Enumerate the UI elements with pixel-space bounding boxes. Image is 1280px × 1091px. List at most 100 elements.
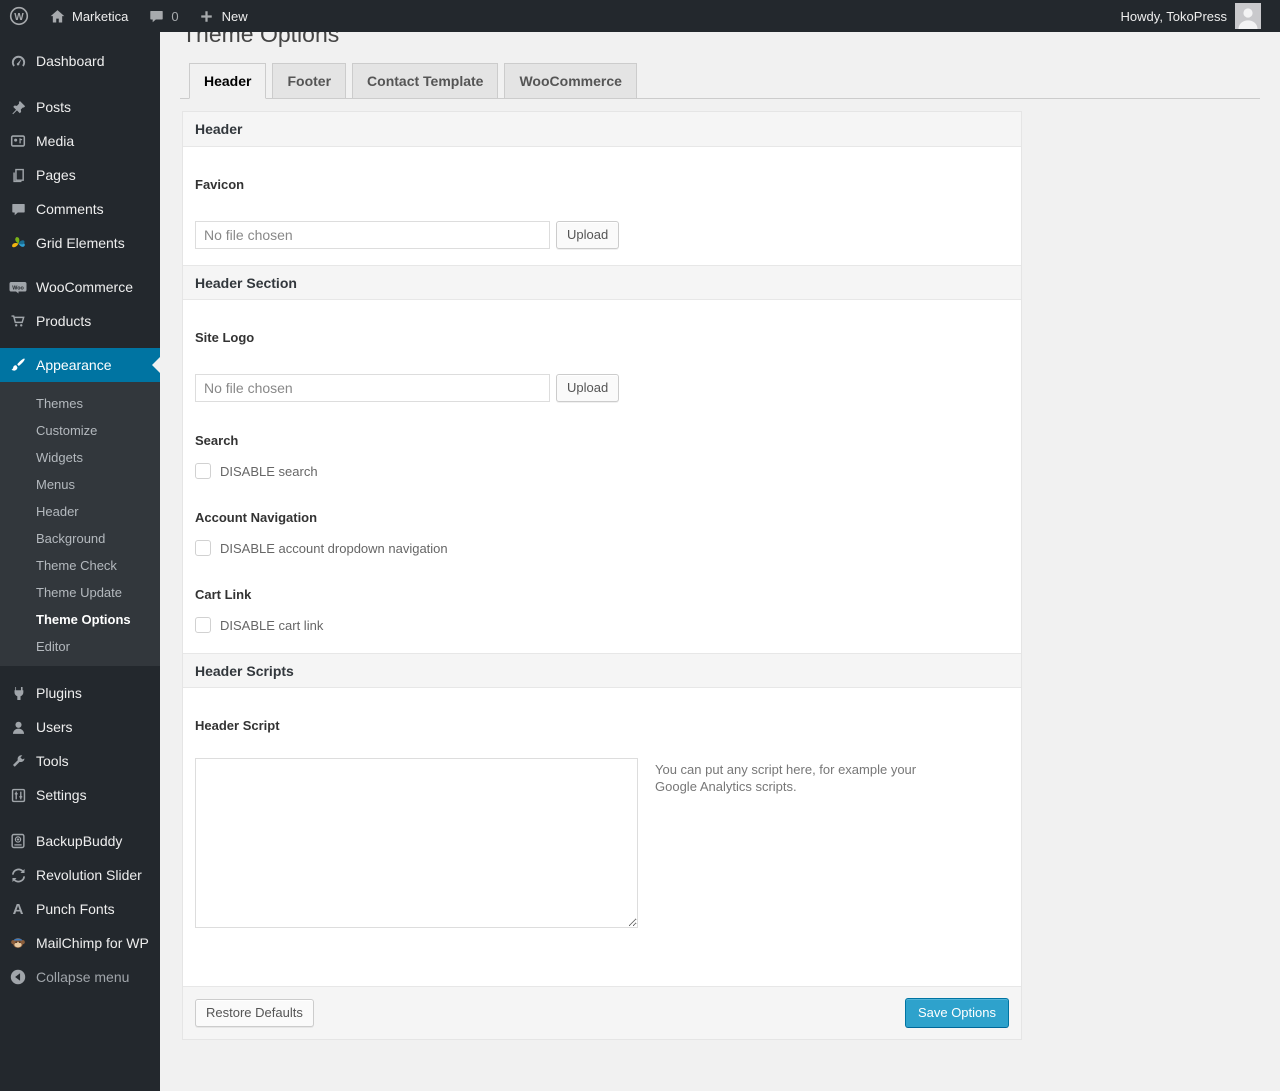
- sidebar-label: Appearance: [36, 357, 112, 373]
- menu-separator: [0, 78, 160, 90]
- sidebar-item-collapse-menu[interactable]: Collapse menu: [0, 960, 160, 994]
- svg-text:Woo: Woo: [12, 285, 24, 291]
- tab-header[interactable]: Header: [189, 63, 267, 99]
- tab-footer[interactable]: Footer: [272, 63, 347, 98]
- sidebar-item-revolution-slider[interactable]: Revolution Slider: [0, 858, 160, 892]
- tab-bar: Header Footer Contact Template WooCommerce: [180, 63, 1260, 99]
- submenu-item-background[interactable]: Background: [0, 525, 160, 552]
- submenu-item-customize[interactable]: Customize: [0, 417, 160, 444]
- sidebar-label: Grid Elements: [36, 235, 125, 251]
- submenu-item-header[interactable]: Header: [0, 498, 160, 525]
- page-wrap: W Marketica 0 New Howdy, TokoPress Dashb…: [0, 0, 1280, 1091]
- letter-a-icon: A: [12, 900, 24, 918]
- avatar: [1235, 3, 1261, 29]
- submenu-item-themes[interactable]: Themes: [0, 390, 160, 417]
- sidebar-label: Settings: [36, 787, 87, 803]
- tab-woocommerce[interactable]: WooCommerce: [504, 63, 637, 98]
- save-options-button[interactable]: Save Options: [904, 998, 1009, 1028]
- site-logo-upload-button[interactable]: Upload: [556, 374, 620, 402]
- submenu-item-editor[interactable]: Editor: [0, 633, 160, 660]
- submenu-item-theme-update[interactable]: Theme Update: [0, 579, 160, 606]
- sidebar-item-settings[interactable]: Settings: [0, 778, 160, 812]
- user-icon: [8, 717, 28, 737]
- disable-cart-link-checkbox-label[interactable]: DISABLE cart link: [220, 618, 323, 633]
- tab-contact-template[interactable]: Contact Template: [352, 63, 499, 98]
- main-content: Theme Options Header Footer Contact Templa…: [160, 0, 1280, 1091]
- sidebar-item-plugins[interactable]: Plugins: [0, 676, 160, 710]
- site-logo-file-input[interactable]: [195, 374, 550, 402]
- submenu-item-widgets[interactable]: Widgets: [0, 444, 160, 471]
- sidebar-item-comments[interactable]: Comments: [0, 192, 160, 226]
- comment-bubble-icon: [146, 6, 166, 26]
- monkey-icon: [8, 933, 28, 953]
- settings-sliders-icon: [8, 785, 28, 805]
- menu-separator: [0, 666, 160, 676]
- sidebar-item-users[interactable]: Users: [0, 710, 160, 744]
- sidebar-item-appearance[interactable]: Appearance: [0, 348, 160, 382]
- menu-separator: [0, 812, 160, 824]
- sidebar-item-dashboard[interactable]: Dashboard: [0, 44, 160, 78]
- theme-options-panel: Header Favicon Upload Header Section Sit…: [182, 111, 1022, 1040]
- sidebar-label: Collapse menu: [36, 969, 130, 985]
- account-menu[interactable]: Howdy, TokoPress: [1112, 0, 1280, 32]
- account-navigation-label: Account Navigation: [195, 510, 318, 525]
- sidebar-item-grid-elements[interactable]: Grid Elements: [0, 226, 160, 260]
- woocommerce-icon: Woo: [8, 277, 28, 297]
- dashboard-icon: [8, 51, 28, 71]
- header-script-textarea[interactable]: [195, 758, 638, 928]
- disable-search-checkbox[interactable]: [195, 463, 211, 479]
- favicon-upload-button[interactable]: Upload: [556, 221, 620, 249]
- admin-sidebar: Dashboard Posts Media Pages Comments Gri…: [0, 32, 160, 1091]
- sidebar-label: Users: [36, 719, 73, 735]
- site-name-label: Marketica: [72, 8, 129, 24]
- header-script-label: Header Script: [195, 718, 280, 733]
- section-body-header-scripts: Header Script You can put any script her…: [183, 688, 1021, 986]
- sidebar-item-media[interactable]: Media: [0, 124, 160, 158]
- sidebar-label: Dashboard: [36, 53, 105, 69]
- submenu-item-theme-check[interactable]: Theme Check: [0, 552, 160, 579]
- site-name-link[interactable]: Marketica: [38, 0, 137, 32]
- sidebar-item-posts[interactable]: Posts: [0, 90, 160, 124]
- sidebar-label: Punch Fonts: [36, 901, 115, 917]
- disable-search-checkbox-label[interactable]: DISABLE search: [220, 464, 318, 479]
- pages-icon: [8, 165, 28, 185]
- sidebar-label: Revolution Slider: [36, 867, 142, 883]
- grid-elements-icon: [8, 233, 28, 253]
- comments-link[interactable]: 0: [137, 0, 187, 32]
- sidebar-item-pages[interactable]: Pages: [0, 158, 160, 192]
- cart-link-label: Cart Link: [195, 587, 252, 602]
- submenu-item-menus[interactable]: Menus: [0, 471, 160, 498]
- media-icon: [8, 131, 28, 151]
- favicon-file-input[interactable]: [195, 221, 550, 249]
- menu-separator: [0, 260, 160, 270]
- submenu-item-theme-options[interactable]: Theme Options: [0, 606, 160, 633]
- disable-cart-link-checkbox[interactable]: [195, 617, 211, 633]
- site-logo-label: Site Logo: [195, 330, 255, 345]
- comment-icon: [8, 199, 28, 219]
- collapse-arrow-icon: [8, 967, 28, 987]
- howdy-label: Howdy, TokoPress: [1120, 8, 1227, 24]
- comment-count: 0: [171, 8, 179, 24]
- sidebar-item-backupbuddy[interactable]: BackupBuddy: [0, 824, 160, 858]
- sidebar-label: Posts: [36, 99, 72, 115]
- wordpress-logo-icon: W: [9, 6, 29, 26]
- restore-defaults-button[interactable]: Restore Defaults: [195, 999, 314, 1027]
- disable-account-nav-checkbox-label[interactable]: DISABLE account dropdown navigation: [220, 541, 448, 556]
- sidebar-item-mailchimp[interactable]: MailChimp for WP: [0, 926, 160, 960]
- section-body-header-section: Site Logo Upload Search DISABLE search A…: [183, 300, 1021, 653]
- sidebar-label: MailChimp for WP: [36, 935, 149, 951]
- section-header-header-section: Header Section: [183, 265, 1021, 300]
- sidebar-item-punch-fonts[interactable]: A Punch Fonts: [0, 892, 160, 926]
- new-content-button[interactable]: New: [188, 0, 257, 32]
- sidebar-item-products[interactable]: Products: [0, 304, 160, 338]
- sidebar-item-woocommerce[interactable]: Woo WooCommerce: [0, 270, 160, 304]
- plus-icon: [197, 6, 217, 26]
- disable-account-nav-checkbox[interactable]: [195, 540, 211, 556]
- appearance-submenu: Themes Customize Widgets Menus Header Ba…: [0, 382, 160, 666]
- home-icon: [47, 6, 67, 26]
- sidebar-item-tools[interactable]: Tools: [0, 744, 160, 778]
- new-label: New: [221, 8, 248, 24]
- section-header-header: Header: [183, 112, 1021, 147]
- wp-logo-button[interactable]: W: [0, 0, 38, 32]
- plug-icon: [8, 683, 28, 703]
